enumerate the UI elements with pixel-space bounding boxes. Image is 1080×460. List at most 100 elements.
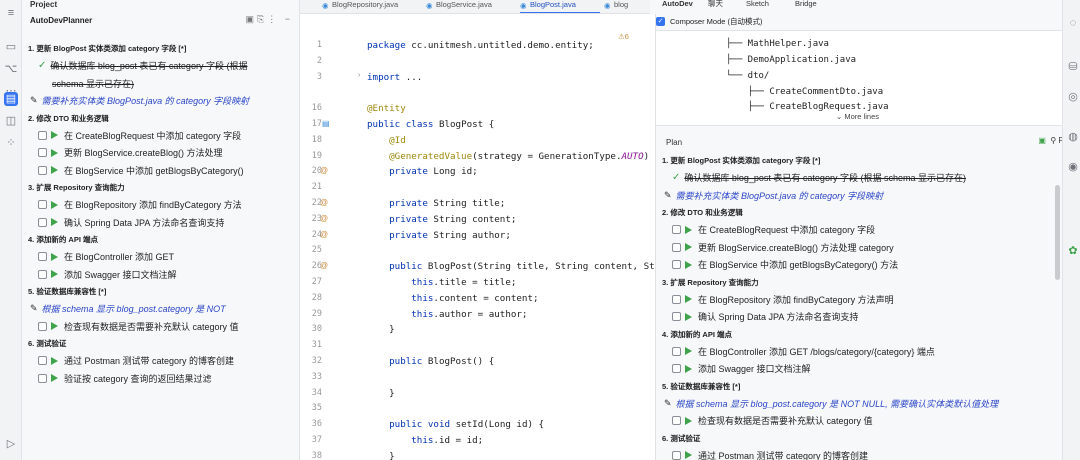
- run-step-icon[interactable]: [51, 166, 58, 175]
- step-checkbox[interactable]: [38, 373, 47, 383]
- tab-blog[interactable]: ◉ blog: [604, 0, 628, 13]
- plan-step[interactable]: 在 BlogRepository 添加 findByCategory 方法: [28, 196, 298, 214]
- gutter-annotation-icon[interactable]: @: [320, 198, 328, 207]
- plan-step[interactable]: 确认 Spring Data JPA 方法命名查询支持: [28, 214, 298, 232]
- project-icon[interactable]: ▭: [4, 40, 18, 54]
- run-step-icon[interactable]: [685, 225, 692, 234]
- ai-icon[interactable]: ◎: [1066, 90, 1080, 104]
- bot-icon[interactable]: ◉: [1066, 160, 1080, 174]
- composer-mode-toggle[interactable]: ✓ Composer Mode (自动模式): [656, 16, 763, 27]
- structure-icon[interactable]: ◫: [4, 114, 18, 128]
- tab-blogservice[interactable]: ◉ BlogService.java: [426, 0, 492, 13]
- step-checkbox[interactable]: [672, 294, 681, 304]
- run-step-icon[interactable]: [685, 416, 692, 425]
- step-checkbox[interactable]: [38, 148, 47, 158]
- plan-step[interactable]: 检查现有数据是否需要补充默认 category 值: [28, 318, 298, 336]
- step-checkbox[interactable]: [672, 450, 681, 460]
- step-checkbox[interactable]: [38, 321, 47, 331]
- plan-step[interactable]: 更新 BlogService.createBlog() 方法处理 categor…: [662, 239, 1062, 257]
- step-checkbox[interactable]: [672, 346, 681, 356]
- run-step-icon[interactable]: [51, 200, 58, 209]
- tab-bridge[interactable]: Bridge: [795, 0, 817, 8]
- plan-step[interactable]: 在 CreateBlogRequest 中添加 category 字段: [662, 221, 1062, 239]
- plan-step[interactable]: schema 显示已存在): [28, 75, 298, 93]
- planner-toolbar[interactable]: ▣⎘⋮ −: [246, 14, 293, 25]
- plan-step[interactable]: 添加 Swagger 接口文档注解: [28, 266, 298, 284]
- gutter-annotation-icon[interactable]: @: [320, 261, 328, 270]
- run-step-icon[interactable]: [685, 295, 692, 304]
- gutter-annotation-icon[interactable]: @: [320, 166, 328, 175]
- check-icon[interactable]: ✓: [656, 17, 665, 26]
- step-checkbox[interactable]: [672, 416, 681, 426]
- chat-icon[interactable]: ◍: [1066, 130, 1080, 144]
- step-checkbox[interactable]: [38, 252, 47, 262]
- plan-step[interactable]: ✓ 确认数据库 blog_post 表已有 category 字段 (根据 sch…: [662, 169, 1062, 187]
- tab-blogrepository[interactable]: ◉ BlogRepository.java: [322, 0, 398, 13]
- step-checkbox[interactable]: [38, 356, 47, 366]
- run-step-icon[interactable]: [51, 131, 58, 140]
- run-step-icon[interactable]: [51, 148, 58, 157]
- copy-icon[interactable]: ▣: [1038, 136, 1046, 145]
- run-step-icon[interactable]: [685, 347, 692, 356]
- run-step-icon[interactable]: [685, 260, 692, 269]
- plan-step[interactable]: 通过 Postman 测试带 category 的博客创建: [662, 447, 1062, 460]
- tab-sketch[interactable]: Sketch: [746, 0, 769, 8]
- run-icon[interactable]: ▷: [4, 437, 18, 451]
- run-step-icon[interactable]: [51, 356, 58, 365]
- plan-step[interactable]: ✎ 需要补充实体类 BlogPost.java 的 category 字段映射: [662, 187, 1062, 205]
- tab-blogpost[interactable]: ◉ BlogPost.java: [520, 0, 600, 13]
- plan-step[interactable]: 通过 Postman 测试带 category 的博客创建: [28, 352, 298, 370]
- run-step-icon[interactable]: [51, 252, 58, 261]
- plan-step[interactable]: 确认 Spring Data JPA 方法命名查询支持: [662, 308, 1062, 326]
- plan-step[interactable]: ✎ 根据 schema 显示 blog_post.category 是 NOT N…: [662, 395, 1062, 413]
- run-step-icon[interactable]: [685, 243, 692, 252]
- step-checkbox[interactable]: [672, 260, 681, 270]
- plan-step[interactable]: 在 CreateBlogRequest 中添加 category 字段: [28, 127, 298, 145]
- run-step-icon[interactable]: [51, 218, 58, 227]
- menu-icon[interactable]: ≡: [4, 6, 18, 20]
- scrollbar[interactable]: [1055, 185, 1060, 280]
- fold-icon[interactable]: ›: [358, 72, 360, 79]
- run-step-icon[interactable]: [685, 312, 692, 321]
- more-lines-toggle[interactable]: ⌄ More lines: [836, 112, 879, 121]
- run-step-icon[interactable]: [51, 322, 58, 331]
- tab-autodev[interactable]: AutoDev: [662, 0, 693, 8]
- run-step-icon[interactable]: [51, 374, 58, 383]
- plan-step[interactable]: 在 BlogController 添加 GET: [28, 248, 298, 266]
- step-checkbox[interactable]: [672, 225, 681, 235]
- step-checkbox[interactable]: [38, 200, 47, 210]
- plan-step[interactable]: ✎ 需要补充实体类 BlogPost.java 的 category 字段映射: [28, 92, 298, 110]
- plan-step[interactable]: 更新 BlogService.createBlog() 方法处理: [28, 144, 298, 162]
- step-checkbox[interactable]: [672, 364, 681, 374]
- run-step-icon[interactable]: [685, 451, 692, 460]
- gutter-annotation-icon[interactable]: @: [320, 214, 328, 223]
- step-checkbox[interactable]: [38, 269, 47, 279]
- plan-step[interactable]: 在 BlogService 中添加 getBlogsByCategory() 方…: [662, 256, 1062, 274]
- project-header[interactable]: Project: [22, 0, 299, 12]
- plan-step[interactable]: 在 BlogRepository 添加 findByCategory 方法声明: [662, 291, 1062, 309]
- plan-step[interactable]: ✓ 确认数据库 blog_post 表已有 category 字段 (根据: [28, 57, 298, 75]
- notification-icon[interactable]: ◌: [1066, 16, 1080, 30]
- run-step-icon[interactable]: [51, 270, 58, 279]
- plan-step[interactable]: 添加 Swagger 接口文档注解: [662, 360, 1062, 378]
- gutter-annotation-icon[interactable]: ▤: [322, 119, 330, 128]
- commit-icon[interactable]: ⌥: [4, 62, 18, 76]
- gutter-annotation-icon[interactable]: @: [320, 230, 328, 239]
- run-step-icon[interactable]: [685, 364, 692, 373]
- code-editor[interactable]: 1 package cc.unitmesh.untitled.demo.entit…: [300, 14, 656, 460]
- step-checkbox[interactable]: [38, 165, 47, 175]
- step-checkbox[interactable]: [38, 130, 47, 140]
- database-icon[interactable]: ⛁: [1066, 60, 1080, 74]
- plan-step[interactable]: 在 BlogController 添加 GET /blogs/category/…: [662, 343, 1062, 361]
- step-checkbox[interactable]: [672, 242, 681, 252]
- step-checkbox[interactable]: [672, 312, 681, 322]
- plan-step[interactable]: ✎ 根据 schema 显示 blog_post.category 是 NOT: [28, 300, 298, 318]
- step-checkbox[interactable]: [38, 217, 47, 227]
- plan-step[interactable]: 检查现有数据是否需要补充默认 category 值: [662, 412, 1062, 430]
- autodev-planner-icon[interactable]: ▤: [4, 92, 18, 106]
- plugins-icon[interactable]: ⁘: [4, 136, 18, 150]
- plan-step[interactable]: 验证按 category 查询的返回结果过滤: [28, 370, 298, 388]
- plan-step[interactable]: 在 BlogService 中添加 getBlogsByCategory(): [28, 162, 298, 180]
- warning-count[interactable]: ⚠6: [618, 32, 629, 41]
- autodev-icon[interactable]: ✿: [1066, 244, 1080, 258]
